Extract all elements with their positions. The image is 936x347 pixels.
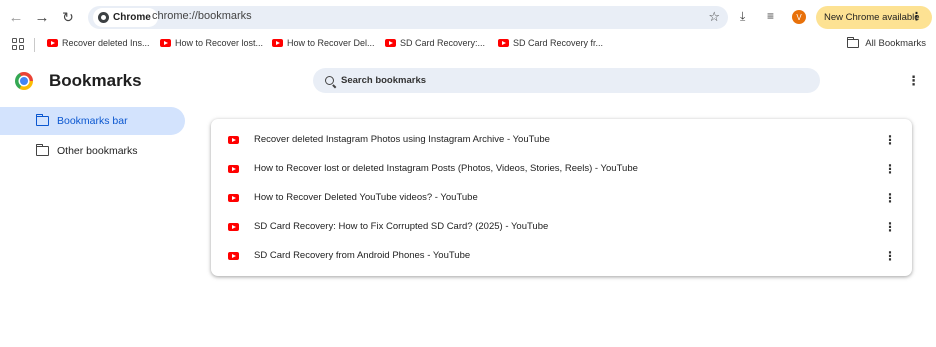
avatar[interactable]: V <box>792 10 806 24</box>
folder-icon <box>847 37 860 48</box>
all-bookmarks-label: All Bookmarks <box>865 38 926 49</box>
search-bookmarks-box[interactable] <box>313 68 820 93</box>
bookmark-bar-item-label: SD Card Recovery fr... <box>513 38 604 48</box>
chip-label: Chrome <box>113 12 151 23</box>
youtube-icon <box>228 193 239 202</box>
divider <box>34 38 35 52</box>
more-vert-icon[interactable]: ⋮ <box>884 249 896 263</box>
youtube-icon <box>228 135 239 144</box>
bookmark-list: Recover deleted Instagram Photos using I… <box>211 119 912 276</box>
youtube-icon <box>228 251 239 260</box>
youtube-icon <box>385 39 396 47</box>
bookmark-bar-item[interactable]: How to Recover Del... <box>272 38 375 48</box>
address-bar[interactable]: Chrome chrome://bookmarks ☆ <box>88 6 728 29</box>
update-label: New Chrome available <box>824 12 920 23</box>
reading-list-icon[interactable]: ≡ <box>767 9 774 23</box>
list-item[interactable]: SD Card Recovery: How to Fix Corrupted S… <box>211 212 912 241</box>
arrow-left-icon: ← <box>8 8 24 26</box>
chrome-logo-icon <box>15 72 33 90</box>
bookmark-title[interactable]: SD Card Recovery: How to Fix Corrupted S… <box>254 221 548 232</box>
more-vert-icon[interactable]: ⋮ <box>884 162 896 176</box>
bookmark-title[interactable]: How to Recover Deleted YouTube videos? -… <box>254 192 478 203</box>
site-info-chip[interactable]: Chrome <box>93 8 158 27</box>
folder-icon <box>36 144 49 156</box>
bookmark-bar-item[interactable]: SD Card Recovery fr... <box>498 38 603 48</box>
bookmark-title[interactable]: How to Recover lost or deleted Instagram… <box>254 163 638 174</box>
sidebar-item-bookmarks-bar[interactable]: Bookmarks bar <box>0 107 185 135</box>
more-vert-icon[interactable]: ⋮ <box>884 133 896 147</box>
bookmark-bar-item-label: How to Recover Del... <box>287 38 375 48</box>
more-vert-icon[interactable]: ⋮ <box>884 220 896 234</box>
search-input[interactable] <box>341 75 781 86</box>
sidebar-item-label: Bookmarks bar <box>57 115 128 127</box>
search-icon <box>325 76 334 85</box>
list-item[interactable]: How to Recover lost or deleted Instagram… <box>211 154 912 183</box>
list-item[interactable]: How to Recover Deleted YouTube videos? -… <box>211 183 912 212</box>
more-vert-icon[interactable]: ⋮ <box>884 191 896 205</box>
forward-button[interactable]: → <box>32 7 52 27</box>
youtube-icon <box>228 164 239 173</box>
all-bookmarks-button[interactable]: All Bookmarks <box>847 37 926 49</box>
youtube-icon <box>160 39 171 47</box>
bookmark-title[interactable]: Recover deleted Instagram Photos using I… <box>254 134 550 145</box>
bookmark-bar-item-label: SD Card Recovery:... <box>400 38 486 48</box>
sidebar-item-other-bookmarks[interactable]: Other bookmarks <box>0 137 185 165</box>
bookmark-bar-item[interactable]: How to Recover lost... <box>160 38 263 48</box>
list-item[interactable]: Recover deleted Instagram Photos using I… <box>211 125 912 154</box>
folder-icon <box>36 114 49 126</box>
youtube-icon <box>228 222 239 231</box>
more-vert-icon: ⋮ <box>911 11 922 23</box>
bookmark-bar-item-label: How to Recover lost... <box>175 38 264 48</box>
bookmark-bar-item[interactable]: Recover deleted Ins... <box>47 38 150 48</box>
apps-grid-icon[interactable] <box>12 38 24 50</box>
avatar-letter: V <box>796 12 802 22</box>
chrome-icon <box>98 12 109 23</box>
youtube-icon <box>272 39 283 47</box>
download-icon[interactable]: ⤓ <box>740 9 745 24</box>
back-button[interactable]: ← <box>6 7 26 27</box>
arrow-right-icon: → <box>34 8 50 26</box>
page-title: Bookmarks <box>49 71 142 90</box>
reload-button[interactable]: ↻ <box>58 7 78 27</box>
sidebar-item-label: Other bookmarks <box>57 145 138 157</box>
reload-icon: ↻ <box>62 8 74 25</box>
browser-toolbar: ← → ↻ Chrome chrome://bookmarks ☆ ⤓ ≡ V … <box>0 0 936 34</box>
more-options-icon[interactable]: ⋮ <box>907 73 920 89</box>
bookmark-bar-item-label: Recover deleted Ins... <box>62 38 150 48</box>
bookmark-title[interactable]: SD Card Recovery from Android Phones - Y… <box>254 250 470 261</box>
bookmark-star-icon[interactable]: ☆ <box>708 9 720 25</box>
bookmarks-bar: Recover deleted Ins... How to Recover lo… <box>0 34 936 56</box>
list-item[interactable]: SD Card Recovery from Android Phones - Y… <box>211 241 912 270</box>
new-chrome-available-button[interactable]: New Chrome available ⋮ <box>816 6 932 29</box>
youtube-icon <box>47 39 58 47</box>
url-text[interactable]: chrome://bookmarks <box>152 10 252 22</box>
bookmark-bar-item[interactable]: SD Card Recovery:... <box>385 38 485 48</box>
youtube-icon <box>498 39 509 47</box>
